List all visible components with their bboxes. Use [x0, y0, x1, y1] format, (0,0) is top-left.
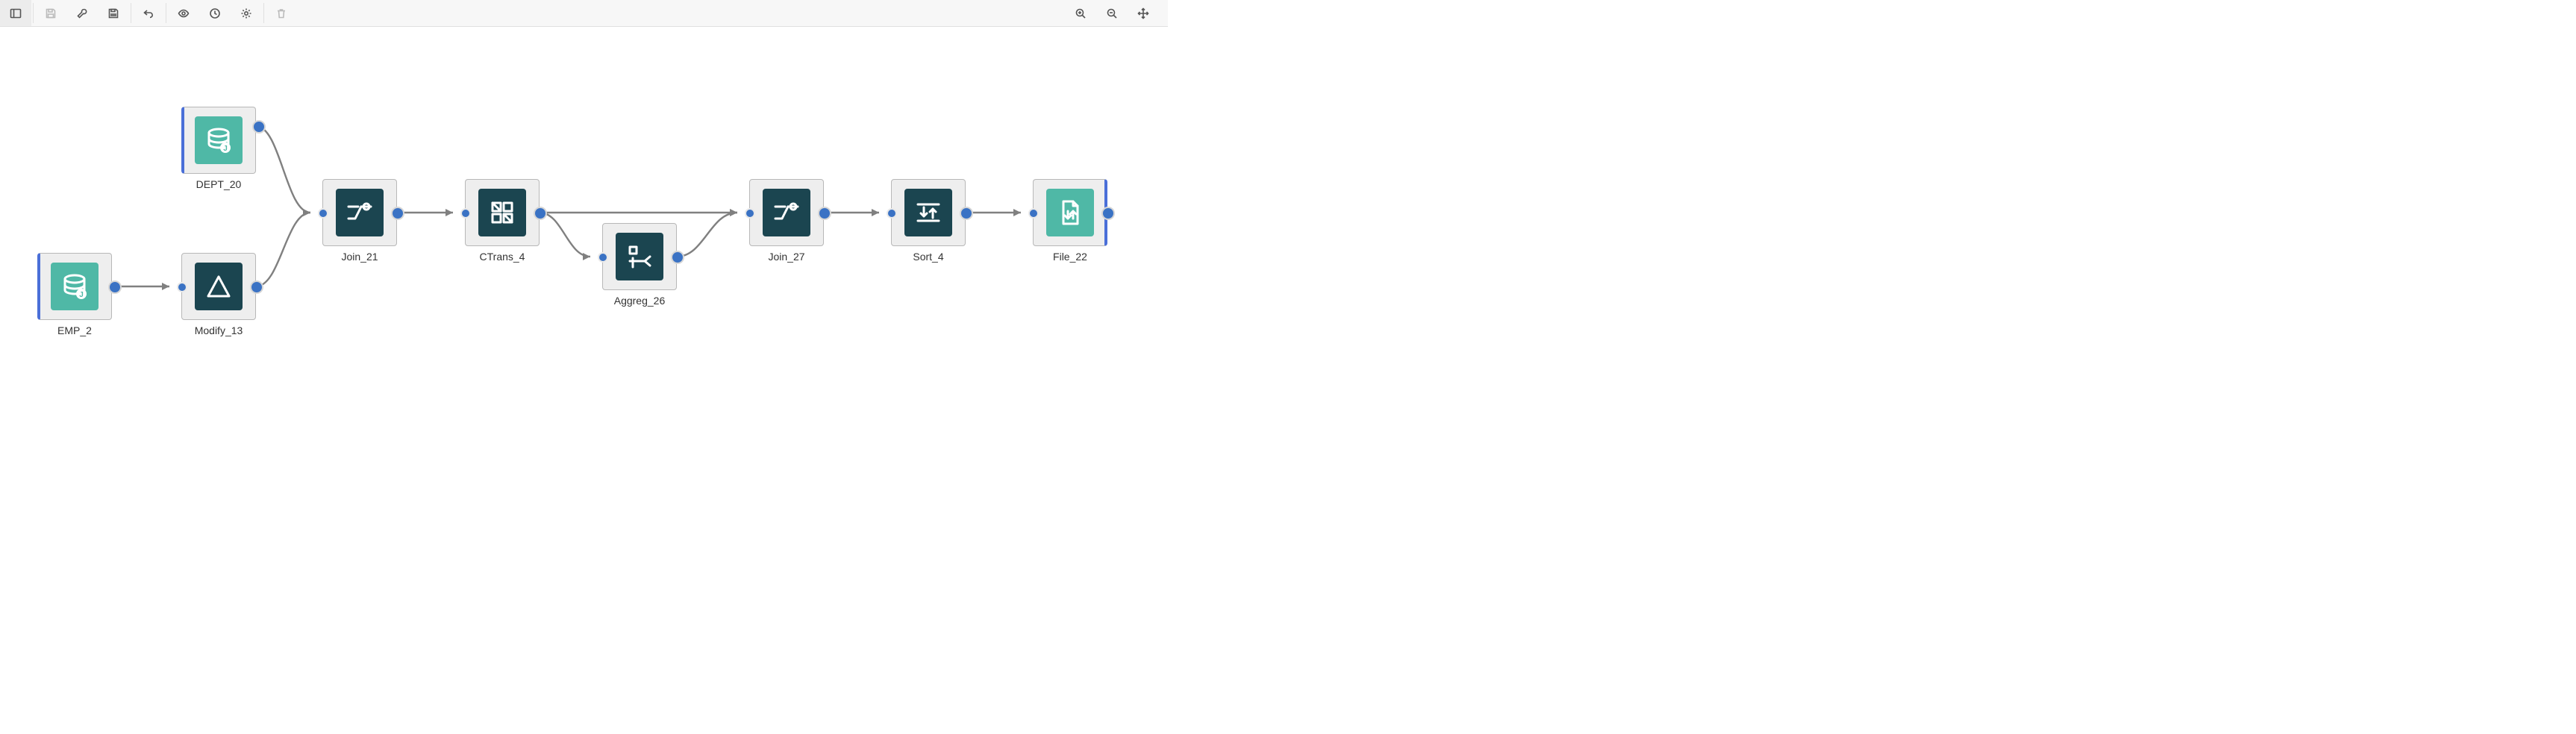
edge-dept-join21 [256, 126, 310, 213]
port-out[interactable] [391, 207, 404, 220]
arrowhead-icon [303, 209, 310, 216]
node-box[interactable] [1033, 179, 1107, 246]
node-label: Sort_4 [891, 251, 966, 263]
edge-modify-join21 [256, 213, 310, 286]
zoom-out-icon[interactable] [1096, 0, 1128, 26]
port-in[interactable] [318, 208, 328, 219]
file-icon [1046, 189, 1094, 236]
port-in[interactable] [745, 208, 755, 219]
save-icon [35, 0, 66, 26]
arrowhead-icon [583, 253, 590, 260]
flow-node-modify[interactable]: Modify_13 [181, 253, 256, 336]
port-out[interactable] [252, 120, 266, 134]
db-j-icon: J [51, 263, 99, 310]
aggreg-icon [616, 233, 663, 280]
arrowhead-icon [872, 209, 879, 216]
arrowhead-icon [730, 209, 737, 216]
edge-aggreg-join27 [677, 213, 737, 257]
node-box[interactable] [181, 253, 256, 320]
arrowhead-icon [446, 209, 453, 216]
node-box[interactable] [465, 179, 540, 246]
flow-node-emp[interactable]: J EMP_2 [37, 253, 112, 336]
port-in[interactable] [1028, 208, 1039, 219]
arrowhead-icon [730, 209, 737, 216]
toolbar-separator [33, 3, 34, 23]
node-box[interactable] [891, 179, 966, 246]
port-out[interactable] [534, 207, 547, 220]
node-label: DEPT_20 [181, 178, 256, 190]
port-in[interactable] [887, 208, 897, 219]
node-label: Aggreg_26 [602, 295, 677, 307]
join-icon [763, 189, 810, 236]
flow-node-file[interactable]: File_22 [1033, 179, 1107, 263]
node-box[interactable] [322, 179, 397, 246]
delta-icon [195, 263, 243, 310]
toolbar-separator [263, 3, 264, 23]
svg-text:J: J [79, 291, 84, 299]
toggle-panel-icon[interactable] [0, 0, 31, 26]
grid4-icon [478, 189, 526, 236]
flow-node-sort[interactable]: Sort_4 [891, 179, 966, 263]
node-label: Modify_13 [181, 324, 256, 336]
node-label: File_22 [1033, 251, 1107, 263]
sort-icon [904, 189, 952, 236]
node-box[interactable]: J [181, 107, 256, 174]
flow-canvas[interactable]: J EMP_2 J DEPT_20 Modify_13 Join_21 CTrans_4 Ag… [0, 27, 1168, 333]
port-out[interactable] [1101, 207, 1115, 220]
port-in[interactable] [177, 282, 187, 292]
port-out[interactable] [671, 251, 684, 264]
flow-node-ctrans[interactable]: CTrans_4 [465, 179, 540, 263]
toolbar [0, 0, 1168, 27]
node-label: EMP_2 [37, 324, 112, 336]
db-j-icon: J [195, 116, 243, 164]
node-box[interactable]: J [37, 253, 112, 320]
node-label: CTrans_4 [465, 251, 540, 263]
node-label: Join_27 [749, 251, 824, 263]
port-out[interactable] [108, 280, 122, 294]
svg-text:J: J [223, 145, 228, 153]
port-out[interactable] [250, 280, 263, 294]
node-box[interactable] [602, 223, 677, 290]
flow-node-join21[interactable]: Join_21 [322, 179, 397, 263]
gear-icon[interactable] [231, 0, 262, 26]
arrowhead-icon [1013, 209, 1021, 216]
zoom-in-icon[interactable] [1065, 0, 1096, 26]
flow-node-dept[interactable]: J DEPT_20 [181, 107, 256, 190]
undo-icon[interactable] [133, 0, 164, 26]
edge-ctrans-aggreg [540, 213, 590, 257]
save-db-icon[interactable] [98, 0, 129, 26]
node-label: Join_21 [322, 251, 397, 263]
port-out[interactable] [960, 207, 973, 220]
node-box[interactable] [749, 179, 824, 246]
join-icon [336, 189, 384, 236]
eye-icon[interactable] [168, 0, 199, 26]
arrowhead-icon [303, 209, 310, 216]
arrowhead-icon [162, 283, 169, 290]
flow-node-aggreg[interactable]: Aggreg_26 [602, 223, 677, 307]
toolbar-spacer [297, 0, 1065, 26]
port-in[interactable] [598, 252, 608, 263]
wires-layer [0, 27, 1168, 333]
clock-icon[interactable] [199, 0, 231, 26]
move-icon[interactable] [1128, 0, 1159, 26]
port-out[interactable] [818, 207, 831, 220]
flow-node-join27[interactable]: Join_27 [749, 179, 824, 263]
port-in[interactable] [460, 208, 471, 219]
wrench-icon[interactable] [66, 0, 98, 26]
trash-icon [266, 0, 297, 26]
